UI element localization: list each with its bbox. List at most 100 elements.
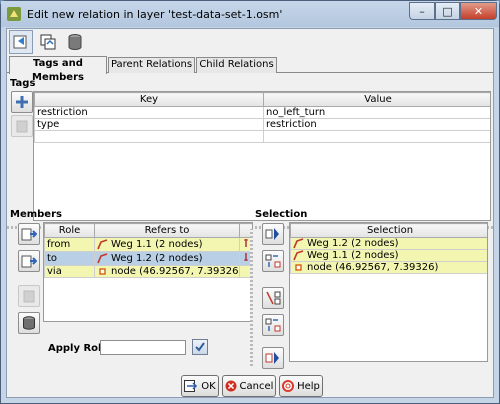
table-row[interactable]: Weg 1.2 (2 nodes) xyxy=(290,237,487,250)
ok-icon xyxy=(184,380,198,392)
selection-section-label: Selection xyxy=(255,209,308,220)
close-button[interactable]: ✕ xyxy=(460,2,497,20)
tab-parent-relations[interactable]: Parent Relations xyxy=(108,57,195,73)
member-ref-label: node (46.92567, 7.39326) xyxy=(111,266,240,277)
member-up-icon xyxy=(21,228,37,241)
add-selected-icon xyxy=(265,352,279,364)
members-role-header[interactable]: Role xyxy=(44,223,95,238)
ok-label: OK xyxy=(201,380,216,392)
help-button[interactable]: Help xyxy=(279,375,323,397)
delete-icon xyxy=(16,120,28,133)
members-table[interactable]: Role Refers to from Weg 1.1 (2 nodes) to… xyxy=(43,222,253,322)
selection-header[interactable]: Selection xyxy=(290,223,487,238)
way-icon xyxy=(293,238,304,249)
minimize-button[interactable]: – xyxy=(409,2,435,20)
tag-key-cell[interactable] xyxy=(34,130,264,143)
member-role-cell[interactable]: to xyxy=(44,251,95,266)
table-row[interactable]: via node (46.92567, 7.39326) xyxy=(44,265,252,278)
member-ref-cell[interactable]: node (46.92567, 7.39326) xyxy=(94,265,240,278)
link-start-icon xyxy=(244,239,248,247)
add-selected-before-button[interactable] xyxy=(262,250,284,272)
link-end-icon xyxy=(244,253,248,261)
table-row-empty[interactable] xyxy=(34,130,490,143)
members-section-label: Members xyxy=(10,209,62,220)
tags-section-label: Tags xyxy=(10,78,36,89)
apply-changes-button[interactable] xyxy=(9,30,33,54)
node-icon xyxy=(295,264,302,271)
table-row[interactable]: type restriction xyxy=(34,118,490,131)
selection-label: Weg 1.2 (2 nodes) xyxy=(307,238,399,249)
tags-table[interactable]: Key Value restriction no_left_turn type … xyxy=(33,91,491,221)
node-icon xyxy=(99,268,106,275)
tag-value-cell[interactable]: no_left_turn xyxy=(263,106,490,119)
tags-value-header[interactable]: Value xyxy=(263,92,490,107)
apply-changes-icon xyxy=(13,35,27,49)
tab-child-relations[interactable]: Child Relations xyxy=(196,57,277,73)
selection-cell[interactable]: Weg 1.2 (2 nodes) xyxy=(290,237,487,250)
table-row[interactable]: Weg 1.1 (2 nodes) xyxy=(290,249,487,262)
add-at-start-icon xyxy=(265,228,279,240)
member-down-icon xyxy=(21,255,37,268)
selection-table[interactable]: Selection Weg 1.2 (2 nodes) Weg 1.1 (2 n… xyxy=(289,222,488,362)
ok-button[interactable]: OK xyxy=(181,375,219,397)
edit-member-button[interactable] xyxy=(18,285,40,307)
dialog-body: Tags and Members Parent Relations Child … xyxy=(6,28,494,398)
member-role-cell[interactable]: via xyxy=(44,265,95,278)
add-at-end-icon xyxy=(265,318,281,332)
member-ref-cell[interactable]: Weg 1.2 (2 nodes) xyxy=(94,251,240,266)
move-down-button[interactable] xyxy=(18,250,40,272)
add-after-icon xyxy=(266,291,281,305)
selection-cell[interactable]: node (46.92567, 7.39326) xyxy=(290,261,487,274)
move-up-button[interactable] xyxy=(18,223,40,245)
selection-cell[interactable]: Weg 1.1 (2 nodes) xyxy=(290,249,487,262)
add-selected-at-start-button[interactable] xyxy=(262,223,284,245)
add-before-icon xyxy=(265,254,281,268)
edit-icon xyxy=(23,290,35,303)
refresh-button[interactable] xyxy=(36,30,60,54)
cancel-label: Cancel xyxy=(239,380,274,392)
add-tag-button[interactable] xyxy=(11,91,33,113)
delete-db-icon xyxy=(23,316,35,330)
tab-tags-and-members[interactable]: Tags and Members xyxy=(9,56,107,83)
member-ref-label: Weg 1.2 (2 nodes) xyxy=(111,253,203,264)
table-row[interactable]: to Weg 1.2 (2 nodes) xyxy=(44,251,252,266)
plus-icon xyxy=(16,96,28,108)
cancel-button[interactable]: Cancel xyxy=(222,375,276,397)
selection-label: Weg 1.1 (2 nodes) xyxy=(307,250,399,261)
add-selected-at-end-button[interactable] xyxy=(262,314,284,336)
help-icon xyxy=(282,380,295,392)
delete-tag-button[interactable] xyxy=(11,115,33,137)
apply-role-button[interactable] xyxy=(192,339,208,355)
tag-value-cell[interactable]: restriction xyxy=(263,118,490,131)
member-ref-label: Weg 1.1 (2 nodes) xyxy=(111,239,203,250)
toolbar xyxy=(7,29,493,55)
vertical-splitter[interactable] xyxy=(250,229,253,366)
delete-db-icon xyxy=(68,34,82,50)
member-role-cell[interactable]: from xyxy=(44,237,95,252)
apply-role-input[interactable] xyxy=(100,340,186,355)
window-title: Edit new relation in layer 'test-data-se… xyxy=(27,7,283,21)
cancel-icon xyxy=(225,380,237,392)
delete-relation-button[interactable] xyxy=(63,30,87,54)
table-row[interactable]: restriction no_left_turn xyxy=(34,106,490,119)
checkmark-icon xyxy=(195,342,205,352)
table-row[interactable]: node (46.92567, 7.39326) xyxy=(290,261,487,274)
members-refers-header[interactable]: Refers to xyxy=(94,223,240,238)
josm-app-icon xyxy=(7,7,21,21)
way-icon xyxy=(293,250,304,261)
remove-member-button[interactable] xyxy=(18,312,40,334)
help-label: Help xyxy=(297,380,320,392)
add-selected-after-button[interactable] xyxy=(262,287,284,309)
tags-key-header[interactable]: Key xyxy=(34,92,264,107)
tab-strip: Tags and Members Parent Relations Child … xyxy=(7,56,493,83)
maximize-button[interactable]: □ xyxy=(435,2,460,20)
table-row[interactable]: from Weg 1.1 (2 nodes) xyxy=(44,237,252,252)
refresh-icon xyxy=(40,34,56,50)
add-selected-more-button[interactable] xyxy=(262,347,284,369)
tag-key-cell[interactable]: restriction xyxy=(34,106,264,119)
relation-editor-window: Edit new relation in layer 'test-data-se… xyxy=(0,0,500,404)
selection-label: node (46.92567, 7.39326) xyxy=(307,262,439,273)
tag-value-cell[interactable] xyxy=(263,130,490,143)
tag-key-cell[interactable]: type xyxy=(34,118,264,131)
member-ref-cell[interactable]: Weg 1.1 (2 nodes) xyxy=(94,237,240,252)
